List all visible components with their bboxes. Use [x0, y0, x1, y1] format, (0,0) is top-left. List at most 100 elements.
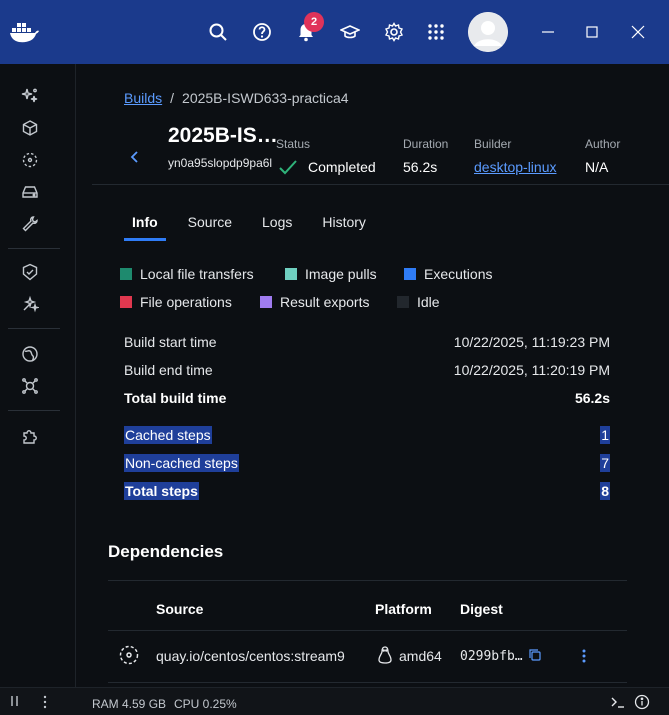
models-icon[interactable]	[20, 294, 40, 314]
help-icon[interactable]	[250, 20, 274, 44]
terminal-icon[interactable]	[610, 695, 626, 712]
breadcrumb: Builds / 2025B-ISWD633-practica4	[124, 90, 349, 106]
tab-history[interactable]: History	[314, 212, 374, 241]
legend-swatch	[397, 296, 409, 308]
dependencies-header-platform: Platform	[375, 601, 432, 617]
total-steps-value: 8	[600, 482, 610, 500]
legend-swatch	[120, 296, 132, 308]
author-value: N/A	[585, 159, 609, 175]
legend-item: Local file transfers	[120, 266, 254, 282]
builds-wrench-icon[interactable]	[20, 214, 40, 234]
legend-label: Result exports	[280, 294, 370, 310]
legend-item: Idle	[397, 294, 440, 310]
image-source-icon	[118, 644, 140, 669]
dependencies-header-divider	[108, 630, 627, 631]
gear-icon[interactable]	[382, 20, 406, 44]
info-icon[interactable]	[634, 694, 650, 713]
ram-usage: RAM 4.59 GB	[92, 697, 167, 711]
builder-link[interactable]: desktop-linux	[474, 159, 557, 175]
total-steps-row: Total steps 8	[124, 482, 610, 500]
legend-label: Image pulls	[305, 266, 377, 282]
cpu-usage: CPU 0.25%	[174, 697, 237, 711]
status-bar: RAM 4.59 GB CPU 0.25%	[0, 687, 669, 715]
volumes-drive-icon[interactable]	[20, 182, 40, 202]
sidebar-divider	[8, 328, 60, 329]
non-cached-steps-row: Non-cached steps 7	[124, 454, 610, 472]
build-id: yn0a95slopdp9pa6l	[168, 156, 273, 170]
more-vertical-icon[interactable]	[40, 695, 50, 712]
legend-label: Idle	[417, 294, 440, 310]
breadcrumb-separator: /	[170, 90, 175, 106]
cached-steps-label: Cached steps	[124, 426, 212, 444]
build-start-row: Build start time 10/22/2025, 11:19:23 PM	[124, 334, 610, 350]
total-build-time-row: Total build time 56.2s	[124, 390, 610, 406]
total-steps-label: Total steps	[124, 482, 199, 500]
tab-bar: Info Source Logs History	[124, 212, 388, 241]
images-icon[interactable]	[20, 150, 40, 170]
dependency-digest: 0299bfb…	[460, 649, 523, 664]
legend-swatch	[260, 296, 272, 308]
legend-swatch	[404, 268, 416, 280]
avatar[interactable]	[468, 12, 508, 52]
puzzle-icon[interactable]	[20, 426, 40, 446]
dependency-platform: amd64	[399, 648, 442, 664]
containers-cube-icon[interactable]	[20, 118, 40, 138]
extensions-globe-icon[interactable]	[20, 344, 40, 364]
search-icon[interactable]	[206, 20, 230, 44]
cached-steps-value: 1	[600, 426, 610, 444]
tab-info[interactable]: Info	[124, 212, 166, 241]
minimize-icon[interactable]	[536, 20, 560, 44]
status-value: Completed	[278, 159, 376, 175]
legend-label: Local file transfers	[140, 266, 254, 282]
duration-value: 56.2s	[403, 159, 438, 175]
apps-grid-icon[interactable]	[424, 20, 448, 44]
close-icon[interactable]	[626, 20, 650, 44]
dependencies-title: Dependencies	[108, 542, 224, 561]
build-title: 2025B-IS…	[168, 124, 276, 147]
dependencies-row-divider	[108, 682, 627, 683]
status-text: Completed	[308, 159, 376, 175]
linux-penguin-icon	[377, 646, 393, 667]
legend-label: File operations	[140, 294, 232, 310]
status-label: Status	[276, 137, 311, 151]
build-end-value: 10/22/2025, 11:20:19 PM	[453, 362, 610, 378]
title-bar: 2	[0, 0, 669, 64]
hub-icon[interactable]	[20, 376, 40, 396]
legend-item: Image pulls	[285, 266, 377, 282]
author-label: Author	[585, 137, 621, 151]
dependencies-header-digest: Digest	[460, 601, 503, 617]
sidebar	[0, 64, 76, 687]
sidebar-divider	[8, 248, 60, 249]
legend-item: Result exports	[260, 294, 369, 310]
legend-label: Executions	[424, 266, 493, 282]
notification-badge: 2	[304, 12, 324, 32]
scout-shield-icon[interactable]	[20, 262, 40, 282]
non-cached-steps-label: Non-cached steps	[124, 454, 239, 472]
non-cached-steps-value: 7	[600, 454, 610, 472]
build-end-label: Build end time	[124, 362, 213, 378]
build-start-value: 10/22/2025, 11:19:23 PM	[453, 334, 610, 350]
legend-item: Executions	[404, 266, 492, 282]
maximize-icon[interactable]	[580, 20, 604, 44]
duration-label: Duration	[403, 137, 449, 151]
pause-icon[interactable]	[10, 695, 20, 710]
dependencies-divider	[108, 580, 627, 581]
check-icon	[279, 160, 297, 175]
ai-sparkle-icon[interactable]	[20, 86, 40, 106]
build-end-row: Build end time 10/22/2025, 11:20:19 PM	[124, 362, 610, 378]
breadcrumb-builds-link[interactable]: Builds	[124, 90, 162, 106]
learn-icon[interactable]	[338, 20, 362, 44]
copy-icon[interactable]	[528, 648, 542, 665]
docker-logo-icon[interactable]	[8, 16, 40, 48]
builder-label: Builder	[474, 137, 512, 151]
breadcrumb-current: 2025B-ISWD633-practica4	[182, 90, 349, 106]
row-more-menu-icon[interactable]	[576, 648, 592, 667]
back-chevron-icon[interactable]	[128, 150, 142, 164]
tab-logs[interactable]: Logs	[254, 212, 300, 241]
legend-swatch	[285, 268, 297, 280]
build-start-label: Build start time	[124, 334, 217, 350]
sidebar-divider	[8, 410, 60, 411]
tab-source[interactable]: Source	[180, 212, 240, 241]
legend-swatch	[120, 268, 132, 280]
total-build-time-value: 56.2s	[574, 390, 610, 406]
